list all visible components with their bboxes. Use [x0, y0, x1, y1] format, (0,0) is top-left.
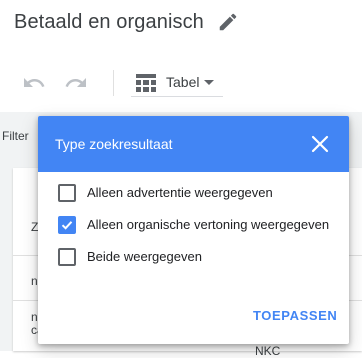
- close-icon[interactable]: [311, 135, 329, 153]
- undo-icon[interactable]: [22, 71, 46, 95]
- toolbar: Tabel: [0, 62, 362, 104]
- checkbox-ads-only[interactable]: [58, 184, 76, 202]
- checkmark-icon: [61, 221, 73, 230]
- apply-button[interactable]: TOEPASSEN: [253, 308, 337, 323]
- option-organic-only-label: Alleen organische vertoning weergegeven: [87, 217, 330, 232]
- table-grid-icon: [136, 74, 156, 92]
- redo-icon[interactable]: [64, 71, 88, 95]
- table-footer-cell: NKC: [255, 344, 281, 358]
- view-selector-label: Tabel: [166, 74, 200, 90]
- pencil-icon[interactable]: [217, 11, 239, 33]
- page-title: Betaald en organisch: [14, 11, 204, 33]
- search-result-type-dialog: Type zoekresultaat Alleen advertentie we…: [38, 116, 349, 344]
- dialog-header: Type zoekresultaat: [38, 116, 349, 172]
- chevron-down-icon: [204, 80, 214, 85]
- page-header: Betaald en organisch: [0, 0, 362, 48]
- checkbox-organic-only[interactable]: [58, 216, 76, 234]
- option-both-label: Beide weergegeven: [87, 249, 202, 264]
- filter-label[interactable]: Filter: [2, 129, 29, 143]
- dialog-title: Type zoekresultaat: [55, 136, 173, 152]
- option-ads-only-label: Alleen advertentie weergegeven: [87, 185, 273, 200]
- toolbar-divider: [113, 70, 114, 96]
- checkbox-both[interactable]: [58, 248, 76, 266]
- view-selector[interactable]: Tabel: [131, 70, 223, 97]
